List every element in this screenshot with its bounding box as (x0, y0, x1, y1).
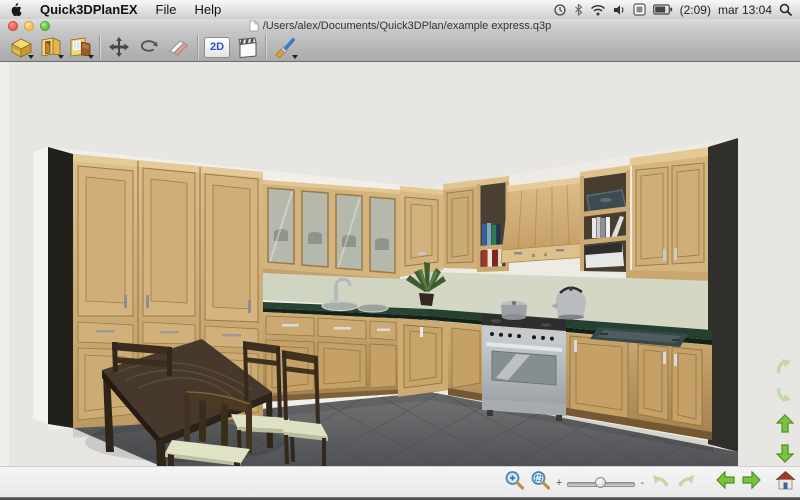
menu-bar: Quick3DPlanEX File Help (2:09) mar 13:04 (0, 0, 800, 20)
pan-down-button[interactable] (773, 441, 797, 465)
toolbar-separator (99, 35, 101, 59)
dropdown-caret-icon (58, 55, 64, 59)
orbit-down-button[interactable] (773, 383, 797, 407)
window-title: /Users/alex/Documents/Quick3DPlan/exampl… (263, 20, 552, 32)
zoom-select-icon (504, 470, 525, 491)
zoom-slider-thumb[interactable] (595, 477, 606, 488)
move-icon (107, 35, 131, 59)
glass-wall-cabinets[interactable] (263, 180, 400, 284)
dropdown-caret-icon (28, 55, 34, 59)
home-view-button[interactable] (775, 470, 796, 496)
zoom-slider[interactable] (567, 477, 635, 489)
add-window-button[interactable] (66, 34, 96, 61)
document-icon (249, 20, 259, 32)
orbit-left-icon (649, 469, 671, 491)
zoom-select-button[interactable] (504, 470, 525, 496)
left-end-panel (48, 147, 73, 428)
corner-base-cabinet[interactable] (398, 318, 448, 397)
volume-icon[interactable] (613, 4, 626, 16)
kitchen-3d-view[interactable] (0, 62, 800, 466)
apple-menu[interactable] (0, 0, 31, 19)
close-button[interactable] (8, 21, 18, 31)
side-navigation-controls (773, 354, 797, 465)
zoom-window-button[interactable] (530, 470, 551, 496)
orbit-up-icon (774, 355, 796, 377)
minimize-button[interactable] (24, 21, 34, 31)
dropdown-caret-icon (292, 55, 298, 59)
battery-icon[interactable] (653, 4, 673, 15)
pan-left-button[interactable] (716, 470, 736, 495)
right-end-panel (708, 138, 738, 452)
orbit-right-button[interactable] (676, 469, 698, 496)
pan-left-icon (716, 470, 736, 490)
window-title-bar[interactable]: /Users/alex/Documents/Quick3DPlan/exampl… (0, 19, 800, 33)
zoom-window-button[interactable] (40, 21, 50, 31)
menu-app-name[interactable]: Quick3DPlanEX (31, 0, 147, 19)
menu-clock[interactable]: mar 13:04 (718, 3, 772, 17)
rotate-icon (137, 35, 161, 59)
double-wall-cabinet[interactable] (626, 147, 712, 281)
battery-time: (2:09) (680, 3, 711, 17)
view-2d-button[interactable]: 2D (202, 34, 232, 61)
move-tool-button[interactable] (104, 34, 134, 61)
bottom-bar: + - (0, 466, 800, 498)
toolbar-separator (265, 35, 267, 59)
stove-range[interactable] (482, 314, 566, 421)
bluetooth-icon[interactable] (574, 3, 583, 16)
paint-materials-button[interactable] (270, 34, 300, 61)
corner-wall-cabinet[interactable] (400, 186, 443, 277)
rotate-tool-button[interactable] (134, 34, 164, 61)
orbit-up-button[interactable] (773, 354, 797, 378)
zoom-out-label: - (640, 477, 644, 489)
design-canvas[interactable] (0, 62, 800, 466)
open-shelf-books-right[interactable] (580, 165, 630, 272)
right-wall-cabinet[interactable] (443, 180, 477, 269)
home-view-icon (775, 470, 796, 491)
toolbar-separator (197, 35, 199, 59)
view-2d-label: 2D (204, 37, 230, 58)
orbit-left-button[interactable] (649, 469, 671, 496)
apple-logo-icon (9, 3, 22, 17)
input-menu-icon[interactable] (633, 3, 646, 16)
add-cabinet-button[interactable] (6, 34, 36, 61)
wifi-icon[interactable] (590, 4, 606, 16)
zoom-window-icon (530, 470, 551, 491)
animation-clapperboard-icon (235, 35, 260, 60)
eraser-tool-button[interactable] (164, 34, 194, 61)
pan-up-button[interactable] (773, 412, 797, 436)
pan-down-icon (775, 443, 795, 463)
toolbar: 2D (0, 33, 800, 62)
time-machine-icon[interactable] (553, 3, 567, 17)
dropdown-caret-icon (88, 55, 94, 59)
animation-button[interactable] (232, 34, 262, 61)
add-door-button[interactable] (36, 34, 66, 61)
menu-help[interactable]: Help (186, 0, 231, 19)
pan-up-icon (775, 414, 795, 434)
orbit-right-icon (676, 469, 698, 491)
eraser-icon (167, 35, 191, 59)
menu-file[interactable]: File (147, 0, 186, 19)
cooking-pot[interactable] (501, 301, 527, 320)
zoom-in-label: + (556, 477, 562, 489)
pan-right-icon (741, 470, 761, 490)
pan-right-button[interactable] (741, 470, 761, 495)
orbit-down-icon (774, 384, 796, 406)
spotlight-icon[interactable] (779, 3, 792, 16)
